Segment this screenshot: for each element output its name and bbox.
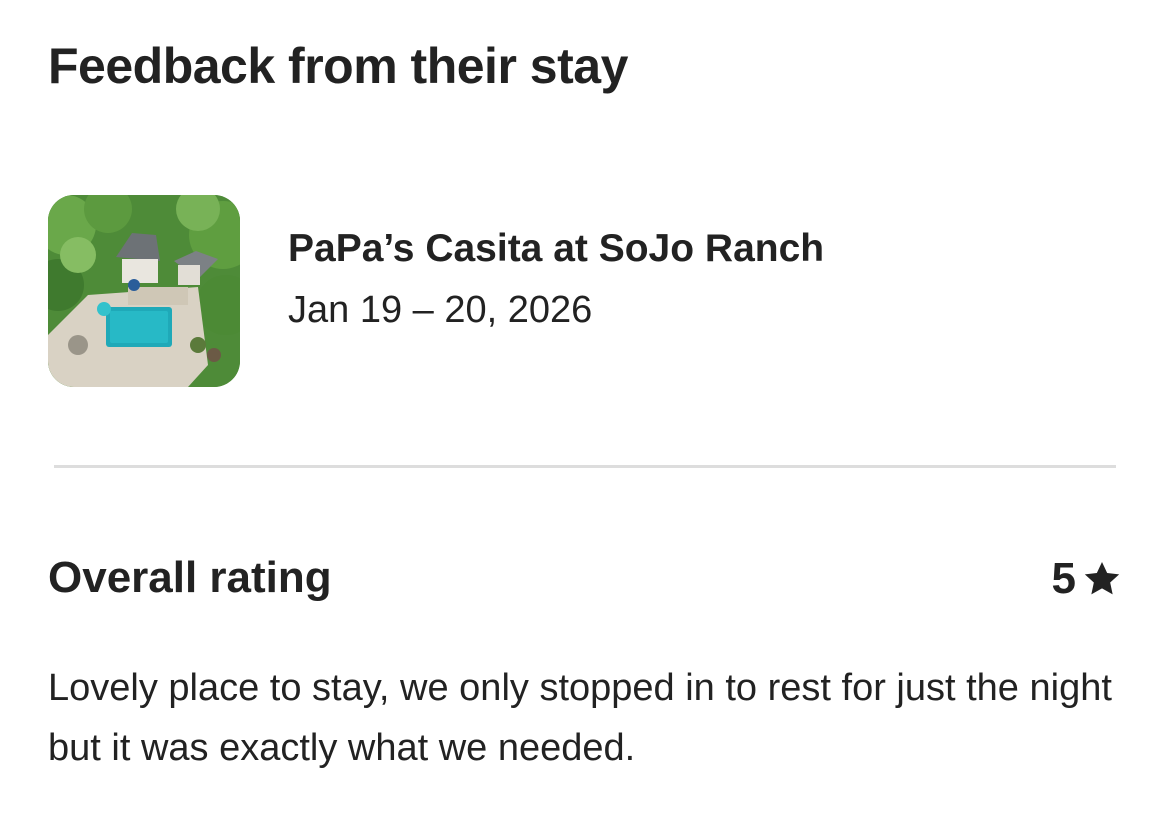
- overall-rating-value: 5: [1052, 553, 1122, 605]
- review-text: Lovely place to stay, we only stopped in…: [48, 667, 1112, 769]
- star-icon: [1084, 562, 1120, 595]
- listing-name[interactable]: PaPa’s Casita at SoJo Ranch: [288, 225, 824, 273]
- listing-photo: [48, 195, 240, 387]
- listing-dates: Jan 19 – 20, 2026: [288, 289, 593, 331]
- rating-number: 5: [1051, 554, 1076, 603]
- section-divider: [54, 465, 1116, 468]
- page-title: Feedback from their stay: [48, 38, 628, 94]
- listing-summary[interactable]: PaPa’s Casita at SoJo Ranch Jan 19 – 20,…: [48, 195, 1118, 387]
- listing-thumbnail[interactable]: [48, 195, 240, 387]
- overall-rating-label: Overall rating: [48, 553, 332, 602]
